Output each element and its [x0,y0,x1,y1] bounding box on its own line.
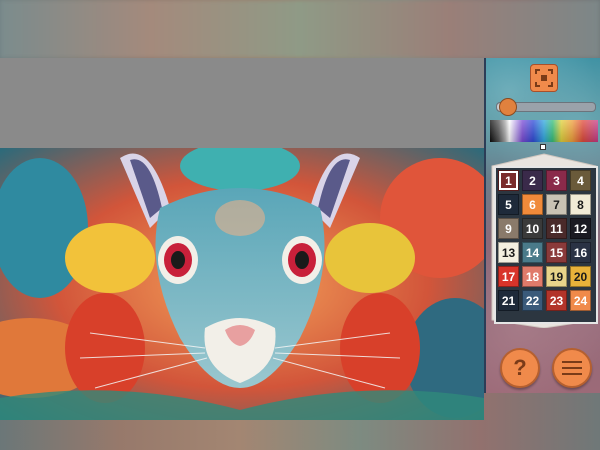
palette-color-1[interactable]: 1 [498,170,519,191]
hamburger-icon [562,361,582,375]
question-icon: ? [513,355,527,380]
painting-canvas[interactable] [0,148,484,420]
palette-color-15[interactable]: 15 [546,242,567,263]
focus-frame-button[interactable] [530,64,558,92]
palette-color-19[interactable]: 19 [546,266,567,287]
palette-color-6[interactable]: 6 [522,194,543,215]
palette-color-8[interactable]: 8 [570,194,591,215]
spectrum-marker [540,144,546,150]
blurred-background-top [0,0,600,58]
focus-frame-icon [535,69,553,87]
zoom-slider[interactable] [496,98,596,116]
color-palette-grid: 1 2 3 4 5 6 7 8 9 10 11 12 13 14 15 16 17 18 19 20 21 22 23 24 [498,170,592,316]
palette-color-2[interactable]: 2 [522,170,543,191]
rabbit-artwork [0,148,484,420]
palette-color-5[interactable]: 5 [498,194,519,215]
palette-color-17[interactable]: 17 [498,266,519,287]
palette-color-24[interactable]: 24 [570,290,591,311]
palette-color-4[interactable]: 4 [570,170,591,191]
palette-color-23[interactable]: 23 [546,290,567,311]
palette-color-21[interactable]: 21 [498,290,519,311]
menu-button[interactable] [552,348,592,388]
zoom-slider-knob[interactable] [498,98,517,116]
palette-color-22[interactable]: 22 [522,290,543,311]
palette-color-18[interactable]: 18 [522,266,543,287]
palette-color-16[interactable]: 16 [570,242,591,263]
palette-color-12[interactable]: 12 [570,218,591,239]
palette-color-3[interactable]: 3 [546,170,567,191]
palette-color-10[interactable]: 10 [522,218,543,239]
palette-color-7[interactable]: 7 [546,194,567,215]
tool-panel: 1 2 3 4 5 6 7 8 9 10 11 12 13 14 15 16 17 18 19 20 21 22 23 24 … [486,58,600,393]
palette-color-13[interactable]: 13 [498,242,519,263]
color-spectrum[interactable] [490,120,598,142]
palette-color-20[interactable]: 20 [570,266,591,287]
palette-color-14[interactable]: 14 [522,242,543,263]
game-board [0,58,486,420]
palette-color-9[interactable]: 9 [498,218,519,239]
palette-color-11[interactable]: 11 [546,218,567,239]
help-button[interactable]: ? [500,348,540,388]
